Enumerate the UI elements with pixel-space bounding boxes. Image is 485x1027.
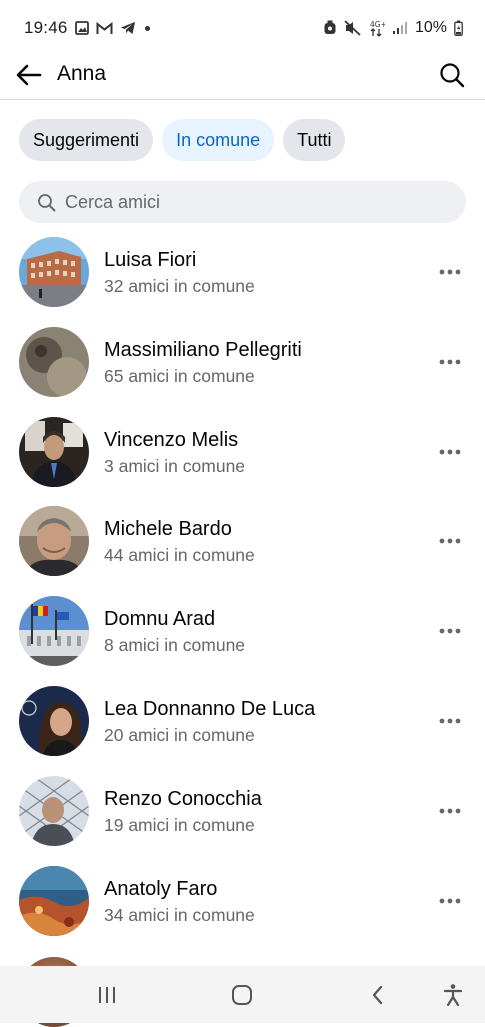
more-horizontal-icon — [439, 718, 461, 724]
friend-mutual-count: 44 amici in comune — [104, 545, 255, 566]
more-horizontal-icon — [439, 449, 461, 454]
header-divider — [0, 99, 485, 100]
status-time: 19:46 — [24, 18, 68, 37]
nav-back-icon — [372, 985, 383, 1005]
nav-back-button[interactable] — [363, 980, 393, 1010]
search-icon — [440, 63, 465, 88]
system-nav-bar — [0, 966, 485, 1023]
friend-info: Luisa Fiori 32 amici in comune — [104, 248, 255, 298]
friend-mutual-count: 32 amici in comune — [104, 276, 255, 296]
friend-row[interactable]: Massimiliano Pellegriti 65 amici in comu… — [0, 321, 485, 411]
search-icon — [38, 193, 56, 211]
status-right: 4G+ 10% — [323, 19, 463, 37]
home-button[interactable] — [227, 980, 257, 1010]
friend-name[interactable]: Domnu Arad — [104, 607, 245, 631]
more-options-button[interactable] — [437, 259, 463, 285]
friend-mutual-count: 8 amici in comune — [104, 635, 246, 656]
more-horizontal-icon — [439, 538, 461, 544]
friend-info: Domnu Arad 8 amici in comune — [104, 607, 245, 657]
recents-button[interactable] — [92, 980, 122, 1010]
avatar[interactable] — [19, 416, 89, 487]
gallery-notification-icon — [74, 21, 89, 35]
friend-row[interactable]: Domnu Arad 8 amici in comune — [0, 590, 485, 680]
friend-row[interactable]: Luisa Fiori 32 amici in comune — [0, 231, 485, 321]
friend-mutual-count: 20 amici in comune — [104, 724, 255, 745]
friend-info: Renzo Conocchia 19 amici in comune — [104, 787, 262, 837]
friend-mutual-count: 65 amici in comune — [104, 365, 255, 386]
more-horizontal-icon — [439, 359, 461, 365]
friend-info: Anatoly Faro 34 amici in comune — [104, 877, 255, 927]
more-options-button[interactable] — [437, 439, 463, 465]
more-horizontal-icon — [439, 898, 461, 903]
network-label: 4G+ — [370, 20, 385, 29]
accessibility-button[interactable] — [438, 980, 468, 1010]
more-options-button[interactable] — [437, 798, 463, 824]
avatar[interactable] — [19, 237, 89, 307]
friend-info: Vincenzo Melis 3 amici in comune — [104, 428, 245, 478]
app-header: Anna — [0, 52, 485, 98]
more-horizontal-icon — [439, 269, 461, 275]
gmail-notification-icon — [96, 21, 113, 35]
recents-icon — [99, 987, 115, 1003]
avatar[interactable] — [19, 506, 89, 577]
avatar[interactable] — [19, 685, 89, 756]
search-friends-box[interactable] — [19, 181, 466, 223]
avatar[interactable] — [19, 326, 89, 397]
friend-name[interactable]: Luisa Fiori — [104, 248, 255, 272]
network-type-icon: 4G+ — [369, 19, 385, 37]
battery-percent: 10% — [414, 19, 447, 36]
friend-row[interactable]: Renzo Conocchia 19 amici in comune — [0, 770, 485, 860]
friend-name[interactable]: Vincenzo Melis — [104, 428, 245, 452]
friend-row[interactable]: Vincenzo Melis 3 amici in comune — [0, 411, 485, 501]
battery-icon — [454, 20, 463, 36]
friend-info: Massimiliano Pellegriti 65 amici in comu… — [104, 338, 302, 388]
more-horizontal-icon — [439, 628, 461, 634]
chip-tutti[interactable]: Tutti — [283, 119, 346, 161]
avatar[interactable] — [19, 775, 89, 846]
friend-info: Lea Donnanno De Luca 20 amici in comune — [104, 697, 315, 747]
more-options-button[interactable] — [437, 888, 463, 914]
alarm-icon — [323, 20, 337, 36]
friend-row[interactable]: Lea Donnanno De Luca 20 amici in comune — [0, 680, 485, 770]
more-options-button[interactable] — [437, 528, 463, 554]
friend-name[interactable]: Michele Bardo — [104, 517, 255, 541]
arrow-left-icon — [16, 64, 42, 86]
friend-list: Luisa Fiori 32 amici in comune Massimili… — [0, 231, 485, 949]
status-left: 19:46 — [24, 18, 150, 38]
more-options-button[interactable] — [437, 708, 463, 734]
more-options-button[interactable] — [437, 618, 463, 644]
home-icon — [232, 985, 252, 1005]
search-friends-input[interactable] — [63, 190, 447, 214]
friend-name[interactable]: Renzo Conocchia — [104, 787, 262, 811]
signal-icon — [392, 21, 408, 35]
accessibility-icon — [443, 984, 463, 1007]
friend-mutual-count: 19 amici in comune — [104, 814, 255, 835]
status-bar: 19:46 4G+ 10% — [0, 0, 485, 56]
friend-name[interactable]: Lea Donnanno De Luca — [104, 697, 315, 721]
more-options-button[interactable] — [437, 349, 463, 375]
friend-row[interactable]: Anatoly Faro 34 amici in comune — [0, 860, 485, 950]
more-horizontal-icon — [439, 808, 461, 814]
friend-name[interactable]: Anatoly Faro — [104, 877, 255, 901]
friend-name[interactable]: Massimiliano Pellegriti — [104, 338, 302, 362]
more-notifications-icon — [144, 25, 150, 31]
chip-suggerimenti[interactable]: Suggerimenti — [19, 119, 154, 161]
page-title: Anna — [57, 62, 107, 85]
chip-in-comune[interactable]: In comune — [162, 119, 275, 161]
filter-chips: Suggerimenti In comune Tutti — [19, 119, 346, 161]
avatar[interactable] — [19, 865, 89, 936]
friend-info: Michele Bardo 44 amici in comune — [104, 517, 255, 567]
back-button[interactable] — [14, 60, 44, 90]
search-button[interactable] — [437, 60, 467, 90]
friend-row[interactable]: Michele Bardo 44 amici in comune — [0, 500, 485, 590]
mute-icon — [344, 20, 362, 36]
friend-mutual-count: 34 amici in comune — [104, 904, 255, 925]
telegram-notification-icon — [120, 21, 136, 35]
avatar[interactable] — [19, 596, 89, 667]
friend-mutual-count: 3 amici in comune — [104, 455, 246, 476]
